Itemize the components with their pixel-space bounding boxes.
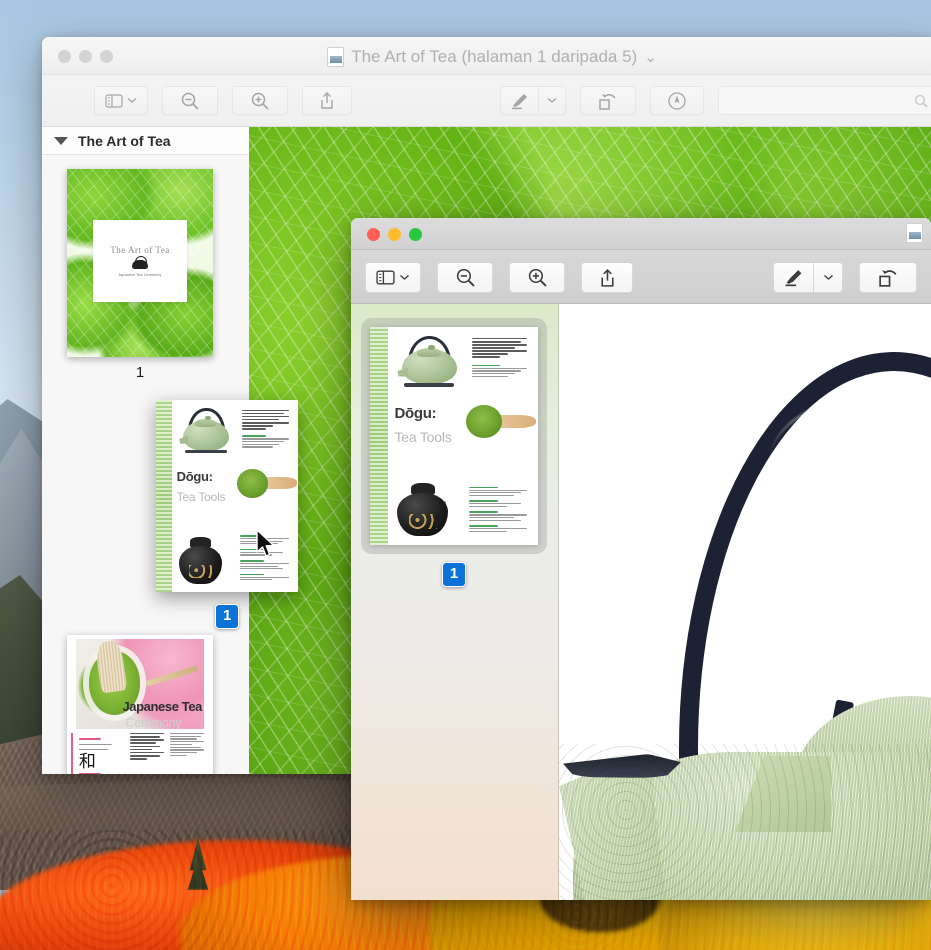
- chevron-down-icon: [127, 97, 137, 104]
- teapot-spout-rim: [563, 754, 681, 778]
- teapot-icon: [132, 260, 148, 269]
- front-window-sidebar[interactable]: Dōgu: Tea Tools: [351, 304, 559, 900]
- page-title-label: Dōgu:: [394, 405, 436, 422]
- front-window-titlebar[interactable]: [351, 218, 931, 250]
- share-button[interactable]: [581, 262, 633, 293]
- rotate-left-button[interactable]: [859, 262, 917, 293]
- thumbnail-page-1[interactable]: The Art of Tea Japanese Tea Ceremony 1: [67, 169, 213, 381]
- annotate-button[interactable]: [650, 86, 704, 115]
- preview-window-front[interactable]: Dōgu: Tea Tools: [351, 218, 931, 900]
- search-input[interactable]: Cari: [718, 86, 931, 115]
- minimize-button[interactable]: [388, 228, 401, 241]
- drag-page-count-badge: 1: [215, 604, 239, 629]
- thumbnail-image[interactable]: Japanese Tea Ceremony 和 敬: [67, 635, 213, 774]
- cover-subtitle: Japanese Tea Ceremony: [118, 273, 161, 277]
- chevron-down-icon: [399, 274, 410, 281]
- sidebar-view-button[interactable]: [365, 262, 421, 293]
- page-title-label: Dōgu:: [177, 469, 213, 484]
- markup-button[interactable]: [500, 86, 538, 115]
- disclosure-triangle-icon[interactable]: [54, 137, 68, 145]
- sidebar-header[interactable]: The Art of Tea: [42, 127, 249, 155]
- close-button[interactable]: [367, 228, 380, 241]
- back-window-title: The Art of Tea (halaman 1 daripada 5) ⌄: [42, 47, 931, 67]
- kanji-glyph-1: 和: [79, 754, 120, 769]
- zoom-out-button[interactable]: [162, 86, 218, 115]
- dragged-page-thumbnail[interactable]: Dōgu: Tea Tools: [156, 400, 298, 592]
- front-window-traffic-lights[interactable]: [367, 228, 422, 241]
- zoom-in-button[interactable]: [509, 262, 565, 293]
- chevron-down-icon: [547, 97, 557, 104]
- page-subtitle-label: Ceremony: [125, 716, 181, 730]
- chevron-down-icon[interactable]: ⌄: [644, 48, 657, 66]
- rotate-left-button[interactable]: [580, 86, 636, 115]
- markup-menu-button[interactable]: [813, 262, 843, 293]
- chevron-down-icon: [823, 274, 834, 281]
- sidebar-header-label: The Art of Tea: [78, 133, 171, 149]
- cover-title-line1: The Art of Tea: [110, 245, 169, 255]
- page-title-label: Japanese Tea: [122, 699, 202, 714]
- page-subtitle-label: Tea Tools: [177, 490, 226, 504]
- back-window-toolbar[interactable]: Cari: [42, 75, 931, 127]
- share-button[interactable]: [302, 86, 352, 115]
- zoom-in-button[interactable]: [232, 86, 288, 115]
- page-number-label: 1: [136, 364, 144, 381]
- back-window-titlebar[interactable]: The Art of Tea (halaman 1 daripada 5) ⌄: [42, 37, 931, 75]
- back-window-title-text: The Art of Tea (halaman 1 daripada 5): [351, 47, 637, 67]
- markup-button[interactable]: [773, 262, 813, 293]
- front-thumbnail-page-1[interactable]: Dōgu: Tea Tools: [370, 327, 538, 587]
- front-window-document-view[interactable]: [559, 304, 931, 900]
- document-icon: [327, 47, 344, 67]
- document-icon: [906, 223, 923, 243]
- sidebar-view-button[interactable]: [94, 86, 148, 115]
- thumbnail-image[interactable]: Dōgu: Tea Tools: [370, 327, 538, 545]
- thumbnail-page-3[interactable]: Japanese Tea Ceremony 和 敬: [67, 635, 213, 774]
- zoom-button[interactable]: [409, 228, 422, 241]
- page-count-badge: 1: [442, 562, 466, 587]
- zoom-out-button[interactable]: [437, 262, 493, 293]
- front-window-toolbar[interactable]: [351, 250, 931, 304]
- markup-menu-button[interactable]: [538, 86, 566, 115]
- page-subtitle-label: Tea Tools: [394, 429, 451, 445]
- search-icon: [914, 94, 928, 108]
- thumbnail-image[interactable]: The Art of Tea Japanese Tea Ceremony: [67, 169, 213, 357]
